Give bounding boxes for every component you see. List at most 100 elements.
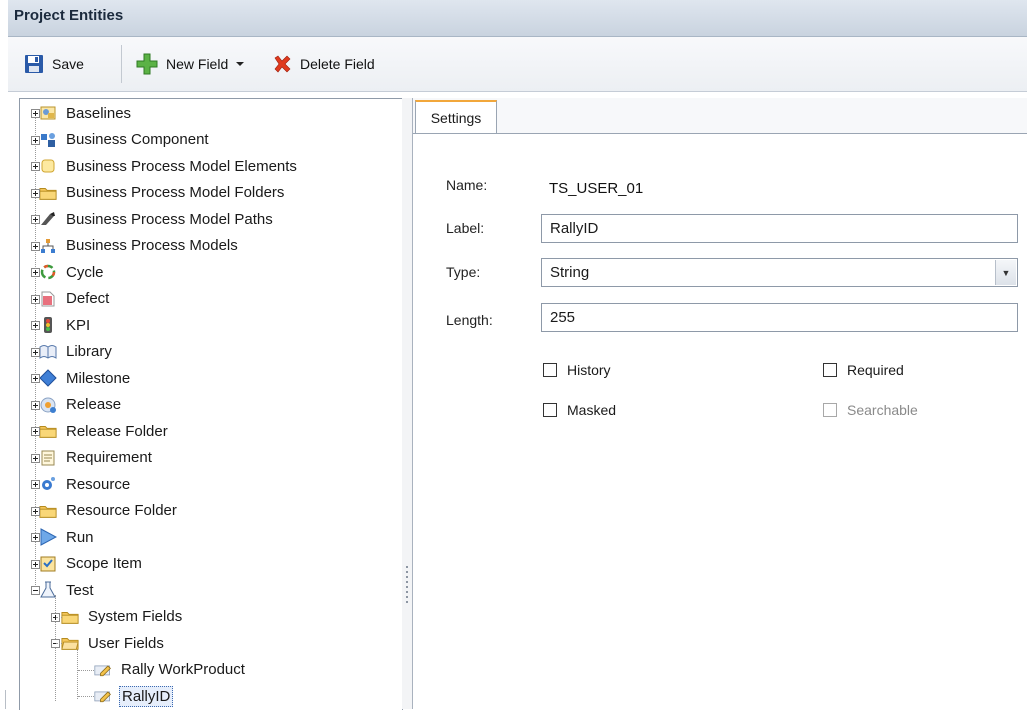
tree-item-label: Cycle bbox=[66, 263, 104, 281]
test-icon bbox=[39, 581, 57, 599]
tree-guide-line bbox=[78, 696, 94, 697]
tree-item-release[interactable]: Release bbox=[22, 393, 123, 417]
tab-settings[interactable]: Settings bbox=[415, 100, 497, 133]
tree-item-test[interactable]: Test bbox=[22, 578, 96, 602]
expand-icon[interactable] bbox=[31, 294, 40, 304]
tree-item-resource-folder[interactable]: Resource Folder bbox=[22, 499, 179, 523]
field-edit-icon bbox=[94, 661, 112, 679]
folder-icon bbox=[61, 608, 79, 626]
searchable-checkbox: Searchable bbox=[823, 402, 918, 418]
tree-item-label: Resource Folder bbox=[66, 502, 177, 519]
expand-icon[interactable] bbox=[31, 480, 40, 489]
cycle-icon bbox=[39, 263, 57, 281]
toolbar: Save New Field Delete Field bbox=[8, 37, 1027, 92]
delete-field-button[interactable]: Delete Field bbox=[272, 51, 375, 77]
tree-item-label: Milestone bbox=[66, 369, 131, 387]
expand-icon[interactable] bbox=[31, 506, 40, 516]
tree-item-baselines[interactable]: Baselines bbox=[22, 101, 133, 125]
chevron-down-icon[interactable]: ▼ bbox=[995, 260, 1016, 285]
tree-item-business-process-model-folders[interactable]: Business Process Model Folders bbox=[22, 181, 286, 205]
searchable-checkbox-label: Searchable bbox=[847, 402, 918, 418]
window-title: Project Entities bbox=[14, 7, 124, 24]
history-checkbox-box[interactable] bbox=[543, 363, 557, 377]
expand-icon[interactable] bbox=[31, 215, 40, 224]
length-input[interactable]: 255 bbox=[541, 303, 1018, 332]
tree-item-label: User Fields bbox=[88, 634, 164, 652]
masked-checkbox[interactable]: Masked bbox=[543, 402, 616, 418]
add-icon bbox=[136, 53, 158, 75]
expand-icon[interactable] bbox=[31, 109, 40, 118]
type-select[interactable]: String ▼ bbox=[541, 258, 1018, 287]
label-input[interactable]: RallyID bbox=[541, 214, 1018, 243]
expand-icon[interactable] bbox=[31, 453, 40, 463]
tree-item-label: Test bbox=[66, 581, 94, 599]
tree-guide-line bbox=[56, 616, 62, 618]
tree-item-label: Business Process Model Folders bbox=[66, 184, 285, 201]
tree-item-label: Release bbox=[66, 396, 122, 413]
expand-icon[interactable] bbox=[31, 347, 40, 357]
save-icon bbox=[25, 55, 43, 73]
tree-item-milestone[interactable]: Milestone bbox=[22, 366, 132, 390]
tree-item-cycle[interactable]: Cycle bbox=[22, 260, 106, 284]
tree-item-resource[interactable]: Resource bbox=[22, 472, 132, 496]
expand-icon[interactable] bbox=[31, 400, 40, 410]
required-checkbox-label: Required bbox=[847, 362, 904, 378]
masked-checkbox-box[interactable] bbox=[543, 403, 557, 417]
entity-tree[interactable]: Baselines Business Component Business Proc… bbox=[19, 98, 403, 710]
expand-icon[interactable] bbox=[31, 533, 40, 542]
tree-item-kpi[interactable]: KPI bbox=[22, 313, 92, 337]
expand-icon[interactable] bbox=[31, 559, 40, 569]
expand-icon[interactable] bbox=[31, 162, 40, 171]
tree-item-system-fields[interactable]: System Fields bbox=[44, 605, 184, 629]
masked-checkbox-label: Masked bbox=[567, 402, 617, 418]
new-field-button[interactable]: New Field bbox=[136, 51, 246, 77]
tree-item-release-folder[interactable]: Release Folder bbox=[22, 419, 170, 443]
tree-item-run[interactable]: Run bbox=[22, 525, 96, 549]
milestone-icon bbox=[39, 369, 57, 387]
library-icon bbox=[39, 343, 57, 361]
searchable-checkbox-box bbox=[823, 403, 837, 417]
tree-item-label: Release Folder bbox=[66, 422, 168, 440]
dropdown-arrow-icon bbox=[236, 62, 245, 66]
tree-item-label: Business Process Model Paths bbox=[66, 210, 273, 228]
expand-icon[interactable] bbox=[31, 427, 40, 436]
tree-item-label: Rally WorkProduct bbox=[121, 661, 245, 678]
expand-icon[interactable] bbox=[31, 268, 40, 277]
tree-item-business-component[interactable]: Business Component bbox=[22, 128, 211, 152]
tree-item-rally-workproduct[interactable]: Rally WorkProduct bbox=[94, 658, 247, 682]
collapse-icon[interactable] bbox=[31, 586, 40, 595]
settings-panel: Settings Name: TS_USER_01 Label: RallyID… bbox=[412, 98, 1027, 709]
delete-field-button-label: Delete Field bbox=[300, 56, 375, 72]
tree-item-label: Scope Item bbox=[66, 555, 142, 572]
folder-icon bbox=[39, 422, 57, 440]
panel-splitter[interactable] bbox=[402, 98, 412, 709]
tree-item-business-process-models[interactable]: Business Process Models bbox=[22, 234, 240, 258]
history-checkbox[interactable]: History bbox=[543, 362, 611, 378]
tree-item-requirement[interactable]: Requirement bbox=[22, 446, 154, 470]
tree-item-defect[interactable]: Defect bbox=[22, 287, 111, 311]
expand-icon[interactable] bbox=[31, 188, 40, 198]
tree-item-scope-item[interactable]: Scope Item bbox=[22, 552, 144, 576]
tree-item-label: Business Process Models bbox=[66, 237, 238, 254]
tab-settings-label: Settings bbox=[430, 109, 482, 126]
tree-item-rallyid[interactable]: RallyID bbox=[94, 684, 174, 708]
required-checkbox-box[interactable] bbox=[823, 363, 837, 377]
required-checkbox[interactable]: Required bbox=[823, 362, 904, 378]
expand-icon[interactable] bbox=[31, 241, 40, 251]
tree-item-label: Resource bbox=[66, 475, 131, 493]
tree-item-label: Business Process Model Elements bbox=[66, 157, 297, 175]
tree-item-user-fields[interactable]: User Fields bbox=[44, 631, 166, 655]
folder-icon bbox=[39, 502, 57, 520]
tree-item-label: System Fields bbox=[88, 608, 183, 625]
history-checkbox-label: History bbox=[567, 362, 611, 378]
expand-icon[interactable] bbox=[31, 321, 40, 330]
expand-icon[interactable] bbox=[31, 135, 40, 145]
tree-item-label: Run bbox=[66, 528, 94, 546]
tree-item-library[interactable]: Library bbox=[22, 340, 114, 364]
window-titlebar: Project Entities bbox=[8, 0, 1027, 37]
tree-guide-line bbox=[78, 669, 94, 671]
expand-icon[interactable] bbox=[31, 374, 40, 383]
tree-item-business-process-model-paths[interactable]: Business Process Model Paths bbox=[22, 207, 275, 231]
save-button[interactable]: Save bbox=[24, 51, 84, 77]
tree-item-business-process-model-elements[interactable]: Business Process Model Elements bbox=[22, 154, 299, 178]
